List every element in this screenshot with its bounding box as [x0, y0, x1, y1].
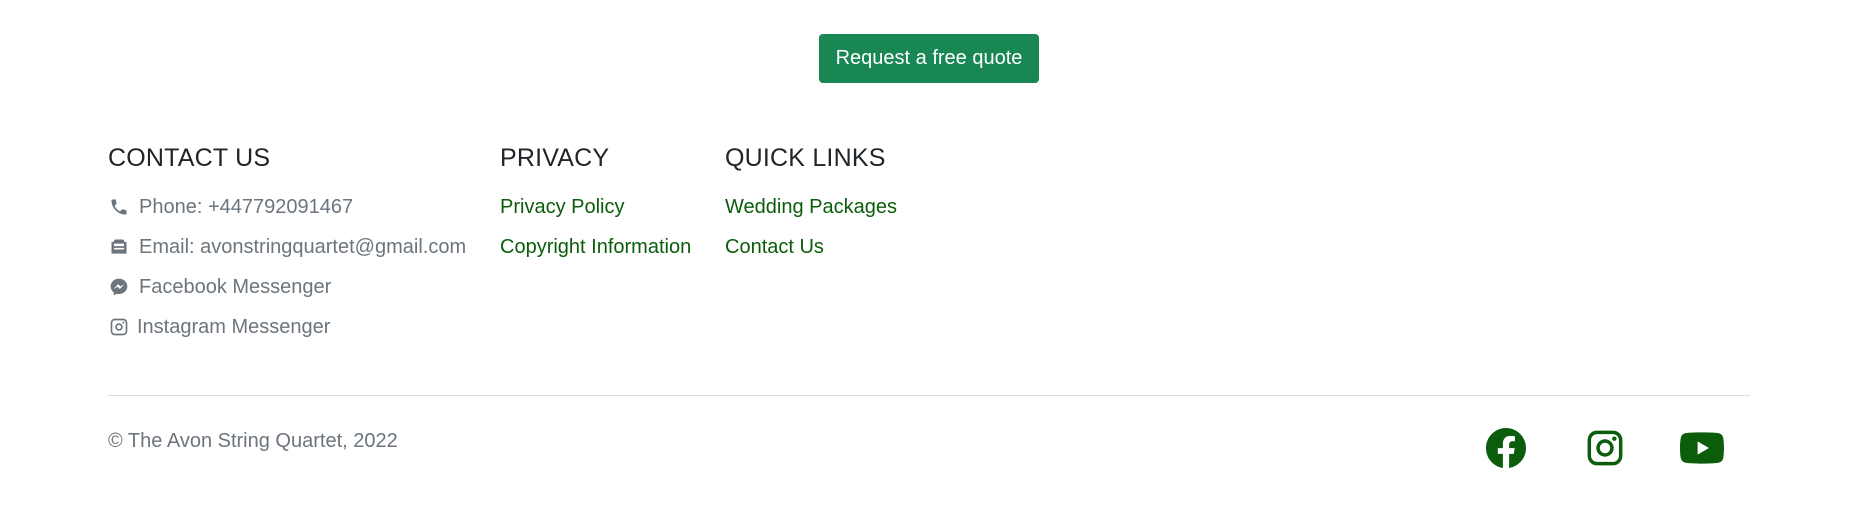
- contact-instagram-messenger[interactable]: Instagram Messenger: [108, 307, 466, 347]
- quick-links-heading: QUICK LINKS: [725, 144, 886, 172]
- privacy-column: PRIVACY Privacy Policy Copyright Informa…: [500, 138, 691, 267]
- privacy-list: Privacy Policy Copyright Information: [500, 187, 691, 267]
- quick-links-item: Contact Us: [725, 227, 897, 267]
- privacy-item: Copyright Information: [500, 227, 691, 267]
- contact-facebook-messenger[interactable]: Facebook Messenger: [108, 267, 466, 307]
- phone-icon: [108, 196, 130, 218]
- copyright-text: © The Avon String Quartet, 2022: [108, 430, 398, 452]
- contact-email[interactable]: Email: avonstringquartet@gmail.com: [108, 227, 466, 267]
- contact-list: Phone: +447792091467 Email: avonstringqu…: [108, 187, 466, 347]
- email-icon: [108, 236, 130, 258]
- privacy-policy-link[interactable]: Privacy Policy: [500, 196, 624, 219]
- request-quote-button[interactable]: Request a free quote: [818, 34, 1040, 83]
- privacy-heading: PRIVACY: [500, 144, 610, 172]
- copyright-information-link[interactable]: Copyright Information: [500, 236, 691, 259]
- quick-links-column: QUICK LINKS Wedding Packages Contact Us: [725, 138, 897, 267]
- instagram-icon[interactable]: [1583, 426, 1627, 470]
- contact-heading: CONTACT US: [108, 144, 271, 172]
- instagram-icon: [108, 316, 130, 338]
- quick-links-item: Wedding Packages: [725, 187, 897, 227]
- cta-wrapper: Request a free quote: [0, 34, 1858, 83]
- privacy-item: Privacy Policy: [500, 187, 691, 227]
- social-links: [1484, 426, 1724, 470]
- footer-divider: [108, 395, 1750, 396]
- contact-phone[interactable]: Phone: +447792091467: [108, 187, 466, 227]
- youtube-icon[interactable]: [1680, 426, 1724, 470]
- contact-column: CONTACT US Phone: +447792091467 Email: a…: [108, 138, 466, 347]
- contact-facebook-label: Facebook Messenger: [139, 275, 332, 298]
- contact-email-label: Email: avonstringquartet@gmail.com: [139, 235, 467, 258]
- wedding-packages-link[interactable]: Wedding Packages: [725, 196, 897, 219]
- contact-us-link[interactable]: Contact Us: [725, 236, 824, 259]
- contact-phone-label: Phone: +447792091467: [139, 195, 354, 218]
- contact-instagram-label: Instagram Messenger: [137, 315, 331, 338]
- messenger-icon: [108, 276, 130, 298]
- quick-links-list: Wedding Packages Contact Us: [725, 187, 897, 267]
- facebook-icon[interactable]: [1484, 426, 1528, 470]
